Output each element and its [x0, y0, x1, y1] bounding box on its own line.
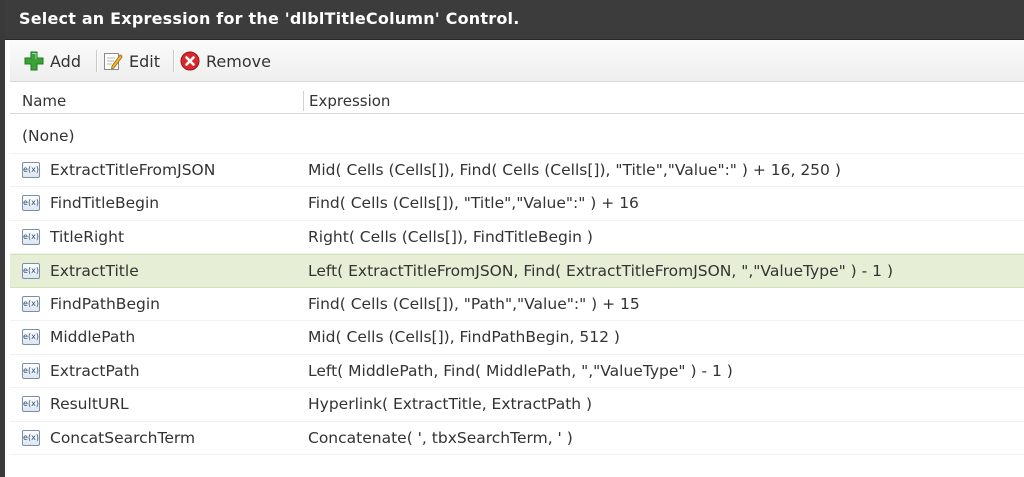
- list-item[interactable]: e(x) FindPathBegin Find( Cells (Cells[])…: [10, 288, 1024, 321]
- list-item[interactable]: e(x) ExtractPath Left( MiddlePath, Find(…: [10, 355, 1024, 388]
- expression-name: ResultURL: [50, 395, 129, 413]
- remove-button[interactable]: Remove: [180, 49, 271, 73]
- column-header-expression[interactable]: Expression: [309, 92, 390, 110]
- expression-name: ExtractTitle: [50, 262, 139, 280]
- edit-button-label: Edit: [129, 51, 160, 71]
- expression-formula: Mid( Cells (Cells[]), Find( Cells (Cells…: [308, 160, 841, 179]
- list-item[interactable]: e(x) ConcatSearchTerm Concatenate( ', tb…: [10, 422, 1024, 455]
- expression-fx-icon: e(x): [22, 295, 40, 312]
- expression-formula: Left( MiddlePath, Find( MiddlePath, ","V…: [308, 361, 733, 380]
- list-item-selected[interactable]: e(x) ExtractTitle Left( ExtractTitleFrom…: [10, 254, 1024, 288]
- list-item-none[interactable]: (None): [10, 120, 1024, 154]
- expression-name: FindTitleBegin: [50, 194, 160, 212]
- list-item[interactable]: e(x) TitleRight Right( Cells (Cells[]), …: [10, 221, 1024, 254]
- toolbar: Add Edit Remove: [10, 40, 1024, 82]
- expression-name: MiddlePath: [50, 328, 136, 346]
- list-item[interactable]: e(x) FindTitleBegin Find( Cells (Cells[]…: [10, 187, 1024, 221]
- remove-x-icon: [180, 51, 200, 71]
- add-button[interactable]: Add: [24, 49, 81, 73]
- expression-fx-icon: e(x): [22, 396, 40, 412]
- expression-fx-icon: e(x): [22, 228, 40, 245]
- expression-formula: Find( Cells (Cells[]), "Title","Value":"…: [308, 194, 639, 212]
- expression-fx-icon: e(x): [22, 429, 40, 446]
- expression-fx-icon: e(x): [22, 195, 40, 211]
- expression-formula: Right( Cells (Cells[]), FindTitleBegin ): [308, 227, 593, 246]
- list-item[interactable]: e(x) ResultURL Hyperlink( ExtractTitle, …: [10, 388, 1024, 422]
- dialog-title: Select an Expression for the 'dlblTitleC…: [19, 9, 520, 28]
- toolbar-divider: [96, 50, 97, 72]
- edit-pencil-icon: [103, 51, 123, 71]
- grid-header: Name Expression: [10, 88, 1024, 114]
- list-item[interactable]: e(x) ExtractTitleFromJSON Mid( Cells (Ce…: [10, 154, 1024, 187]
- expression-formula: Mid( Cells (Cells[]), FindPathBegin, 512…: [308, 328, 620, 346]
- expression-fx-icon: e(x): [22, 263, 40, 279]
- column-resize-handle[interactable]: [303, 91, 304, 111]
- expression-name: TitleRight: [50, 227, 125, 246]
- expression-formula: Left( ExtractTitleFromJSON, Find( Extrac…: [308, 262, 893, 280]
- remove-button-label: Remove: [206, 51, 271, 71]
- expression-list: (None) e(x) ExtractTitleFromJSON Mid( Ce…: [10, 120, 1024, 455]
- expression-name: ConcatSearchTerm: [50, 428, 196, 447]
- list-item[interactable]: e(x) MiddlePath Mid( Cells (Cells[]), Fi…: [10, 321, 1024, 355]
- edit-button[interactable]: Edit: [103, 49, 160, 73]
- expression-name: ExtractTitleFromJSON: [50, 160, 216, 179]
- expression-formula: Concatenate( ', tbxSearchTerm, ' ): [308, 428, 573, 447]
- add-button-label: Add: [50, 51, 81, 71]
- expression-fx-icon: e(x): [22, 362, 40, 379]
- expression-dialog: Select an Expression for the 'dlblTitleC…: [0, 0, 1024, 477]
- column-header-name[interactable]: Name: [22, 92, 66, 110]
- dialog-titlebar[interactable]: Select an Expression for the 'dlblTitleC…: [5, 0, 1024, 40]
- expression-formula: Hyperlink( ExtractTitle, ExtractPath ): [308, 395, 593, 413]
- expression-name: (None): [22, 127, 75, 145]
- expression-fx-icon: e(x): [22, 161, 40, 178]
- expression-name: ExtractPath: [50, 361, 140, 380]
- plus-icon: [24, 51, 44, 71]
- toolbar-divider: [173, 50, 174, 72]
- expression-fx-icon: e(x): [22, 329, 40, 345]
- expression-formula: Find( Cells (Cells[]), "Path","Value":" …: [308, 294, 640, 313]
- expression-name: FindPathBegin: [50, 294, 160, 313]
